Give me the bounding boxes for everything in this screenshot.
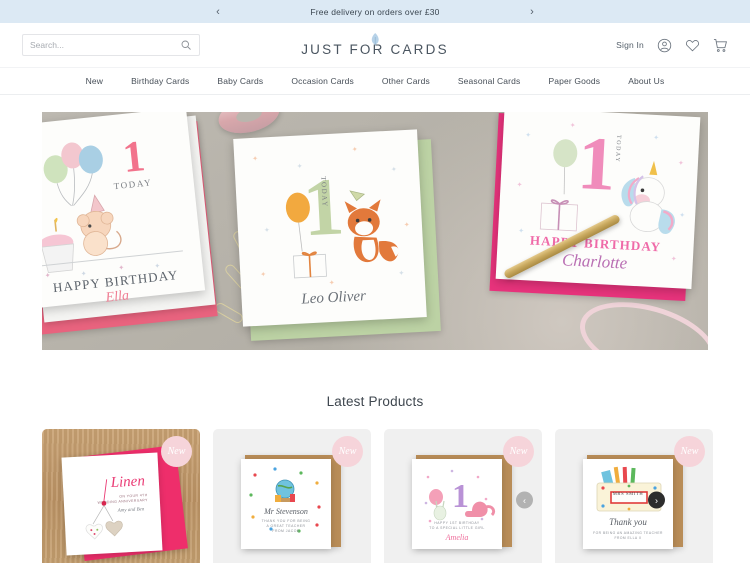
nav-item-about-us[interactable]: About Us — [614, 76, 678, 86]
wishlist-heart-icon[interactable] — [685, 38, 700, 53]
announcement-text: Free delivery on orders over £30 — [310, 6, 440, 17]
nav-item-paper-goods[interactable]: Paper Goods — [534, 76, 614, 86]
search-icon[interactable] — [180, 39, 192, 51]
leaf-icon — [301, 33, 449, 46]
main-navigation: New Birthday Cards Baby Cards Occasion C… — [0, 68, 750, 95]
svg-text:1: 1 — [452, 478, 469, 515]
announcement-prev-icon[interactable]: ‹ — [210, 4, 226, 20]
product-4-title: Thank you — [609, 517, 647, 527]
new-badge: New — [503, 436, 534, 467]
site-header: JUST FOR CARDS Sign In — [0, 23, 750, 68]
product-card-4[interactable]: New MRS SMITH Thank you FOR BEING AN AMA… — [555, 429, 713, 563]
nav-item-new[interactable]: New — [72, 76, 117, 86]
latest-products-carousel: New Linen ON YOUR 4TH WEDDING ANNIVERSAR… — [0, 429, 750, 563]
hero-banner[interactable]: ✦ ✦ ✦ ✦ 1 TODAY HAPPY BIRTHDAY Ella ✦ ✦ … — [42, 112, 708, 350]
search-box[interactable] — [22, 34, 200, 56]
carousel-prev-button[interactable]: ‹ — [516, 491, 533, 509]
hero-banner-wrapper: ✦ ✦ ✦ ✦ 1 TODAY HAPPY BIRTHDAY Ella ✦ ✦ … — [0, 95, 750, 350]
nav-item-baby-cards[interactable]: Baby Cards — [203, 76, 277, 86]
header-actions: Sign In — [616, 38, 728, 53]
cart-icon[interactable] — [713, 38, 728, 53]
nav-item-occasion-cards[interactable]: Occasion Cards — [277, 76, 368, 86]
new-badge: New — [674, 436, 705, 467]
product-card-1[interactable]: New Linen ON YOUR 4TH WEDDING ANNIVERSAR… — [42, 429, 200, 563]
hero-card-2: ✦ ✦ ✦ ✦ ✦ ✦ ✦ ✦ ✦ 1 TODAY Leo Oliver — [233, 129, 427, 327]
product-2-title: Mr Stevenson — [264, 507, 308, 516]
product-3-title: Amelia — [445, 533, 469, 542]
new-badge: New — [161, 436, 192, 467]
nav-item-other-cards[interactable]: Other Cards — [368, 76, 444, 86]
search-input[interactable] — [30, 40, 180, 50]
hero-card-1: ✦ ✦ ✦ ✦ 1 TODAY HAPPY BIRTHDAY Ella — [42, 112, 206, 309]
product-2-subtitle: THANK YOU FOR BEING A GREAT TEACHER FROM… — [261, 519, 311, 533]
hero-card-2-today: TODAY — [319, 176, 329, 209]
product-4-subtitle: FOR BEING AN AMAZING TEACHER FROM ELLA X — [593, 531, 663, 540]
site-logo[interactable]: JUST FOR CARDS — [301, 33, 449, 57]
carousel-next-button[interactable]: › — [648, 491, 665, 509]
announcement-next-icon[interactable]: › — [524, 4, 540, 20]
sign-in-link[interactable]: Sign In — [616, 40, 644, 50]
announcement-bar: ‹ Free delivery on orders over £30 › — [0, 0, 750, 23]
product-card-2[interactable]: New Mr Stevenson THANK YOU FOR BEING A G… — [213, 429, 371, 563]
star-decoration: ✦ — [118, 264, 125, 273]
product-3-subtitle: HAPPY 1ST BIRTHDAY TO A SPECIAL LITTLE G… — [429, 521, 485, 530]
hero-card-2-name: Leo Oliver — [300, 288, 367, 308]
hero-card-1-number: 1 — [120, 131, 148, 183]
latest-products-title: Latest Products — [326, 394, 424, 409]
nav-item-birthday-cards[interactable]: Birthday Cards — [117, 76, 203, 86]
account-icon[interactable] — [657, 38, 672, 53]
new-badge: New — [332, 436, 363, 467]
product-3-card: 1 HAPPY 1ST BIRTHDAY TO A SPECIAL LITTLE… — [412, 459, 502, 549]
star-decoration: ✦ — [44, 272, 52, 280]
hero-card-1-today: TODAY — [113, 177, 153, 192]
product-1-card: Linen ON YOUR 4TH WEDDING ANNIVERSARY Am… — [61, 452, 163, 556]
nav-item-seasonal-cards[interactable]: Seasonal Cards — [444, 76, 535, 86]
product-2-card: Mr Stevenson THANK YOU FOR BEING A GREAT… — [241, 459, 331, 549]
